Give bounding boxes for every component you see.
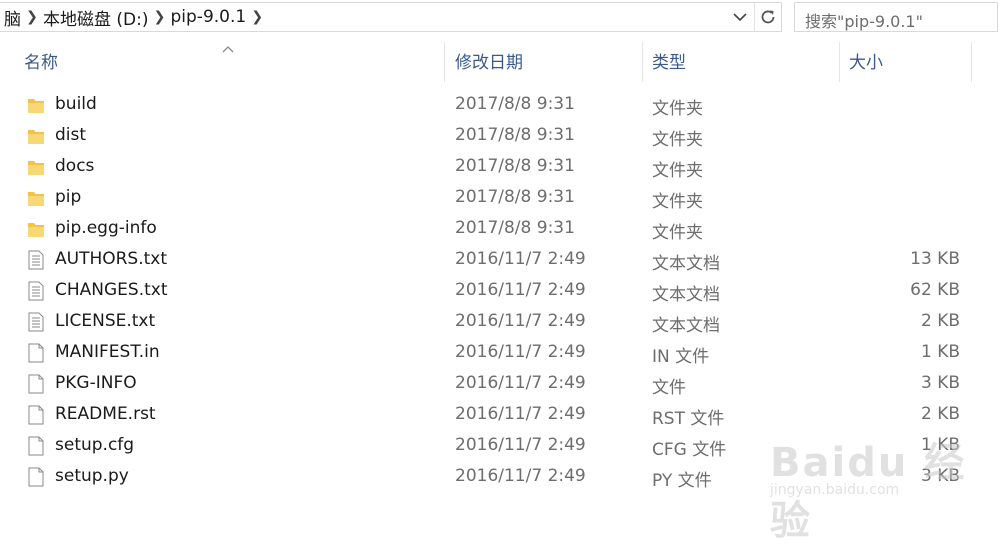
file-name[interactable]: setup.cfg [55,435,134,455]
column-type[interactable]: 类型 [652,48,686,73]
file-name[interactable]: AUTHORS.txt [55,249,167,269]
file-name[interactable]: build [55,94,97,114]
address-bar-area: 脑 ❯ 本地磁盘 (D:) ❯ pip-9.0.1 ❯ 搜索"pip-9.0.1… [0,0,1000,34]
file-date: 2016/11/7 2:49 [455,404,586,424]
column-size[interactable]: 大小 [849,48,883,73]
file-type: 文本文档 [652,254,720,274]
breadcrumb-computer[interactable]: 脑 [0,5,25,30]
file-name[interactable]: docs [55,156,94,176]
folder-icon [27,219,45,239]
file-name[interactable]: dist [55,125,86,145]
file-type: IN 文件 [652,347,710,367]
search-input[interactable]: 搜索"pip-9.0.1" [794,2,998,32]
file-date: 2017/8/8 9:31 [455,218,575,238]
file-size: 13 KB [910,249,960,269]
file-name[interactable]: setup.py [55,466,129,486]
file-date: 2016/11/7 2:49 [455,435,586,455]
column-name[interactable]: 名称 [24,48,58,73]
file-type: 文件夹 [652,99,703,119]
file-size: 62 KB [910,280,960,300]
address-bar[interactable]: 脑 ❯ 本地磁盘 (D:) ❯ pip-9.0.1 ❯ [0,2,782,32]
file-row[interactable]: build 2017/8/8 9:31 文件夹 [0,89,1000,120]
breadcrumb-folder[interactable]: pip-9.0.1 [167,7,251,27]
file-date: 2016/11/7 2:49 [455,466,586,486]
refresh-button[interactable] [754,3,781,31]
file-date: 2016/11/7 2:49 [455,373,586,393]
file-size: 3 KB [920,373,960,393]
file-name[interactable]: README.rst [55,404,156,424]
blank-file-icon [27,467,45,487]
text-file-icon [27,250,45,270]
file-date: 2016/11/7 2:49 [455,249,586,269]
file-name[interactable]: pip.egg-info [55,218,157,238]
file-name[interactable]: PKG-INFO [55,373,137,393]
file-row[interactable]: LICENSE.txt 2016/11/7 2:49 文本文档 2 KB [0,306,1000,337]
blank-file-icon [27,374,45,394]
file-date: 2017/8/8 9:31 [455,156,575,176]
file-type: 文件夹 [652,192,703,212]
breadcrumb: 脑 ❯ 本地磁盘 (D:) ❯ pip-9.0.1 ❯ [0,3,264,31]
file-type: 文件夹 [652,161,703,181]
file-type: 文件夹 [652,223,703,243]
chevron-right-icon[interactable]: ❯ [25,9,39,25]
file-date: 2017/8/8 9:31 [455,125,575,145]
file-type: 文件 [652,378,686,398]
file-size: 1 KB [920,342,960,362]
file-date: 2016/11/7 2:49 [455,280,586,300]
refresh-icon [761,10,775,24]
folder-icon [27,126,45,146]
file-row[interactable]: pip.egg-info 2017/8/8 9:31 文件夹 [0,213,1000,244]
file-row[interactable]: setup.py 2016/11/7 2:49 PY 文件 3 KB [0,461,1000,492]
file-row[interactable]: MANIFEST.in 2016/11/7 2:49 IN 文件 1 KB [0,337,1000,368]
column-header-row: 名称 修改日期 类型 大小 [0,34,1000,86]
search-placeholder: 搜索"pip-9.0.1" [805,12,923,31]
chevron-down-icon [733,13,747,22]
column-divider[interactable] [971,42,972,82]
file-row[interactable]: CHANGES.txt 2016/11/7 2:49 文本文档 62 KB [0,275,1000,306]
address-history-dropdown[interactable] [728,3,752,31]
chevron-right-icon[interactable]: ❯ [153,9,167,25]
file-date: 2016/11/7 2:49 [455,342,586,362]
file-row[interactable]: README.rst 2016/11/7 2:49 RST 文件 2 KB [0,399,1000,430]
folder-icon [27,95,45,115]
file-size: 2 KB [920,404,960,424]
file-type: 文本文档 [652,285,720,305]
folder-icon [27,157,45,177]
file-list: build 2017/8/8 9:31 文件夹 dist 2017/8/8 9:31 文件… [0,89,1000,492]
chevron-right-icon[interactable]: ❯ [250,9,264,25]
folder-icon [27,188,45,208]
file-row[interactable]: pip 2017/8/8 9:31 文件夹 [0,182,1000,213]
file-row[interactable]: AUTHORS.txt 2016/11/7 2:49 文本文档 13 KB [0,244,1000,275]
column-divider[interactable] [839,42,840,82]
column-date[interactable]: 修改日期 [455,48,523,73]
file-row[interactable]: setup.cfg 2016/11/7 2:49 CFG 文件 1 KB [0,430,1000,461]
file-date: 2016/11/7 2:49 [455,311,586,331]
file-size: 1 KB [920,435,960,455]
file-row[interactable]: docs 2017/8/8 9:31 文件夹 [0,151,1000,182]
file-name[interactable]: CHANGES.txt [55,280,168,300]
blank-file-icon [27,343,45,363]
blank-file-icon [27,405,45,425]
file-date: 2017/8/8 9:31 [455,94,575,114]
file-type: CFG 文件 [652,440,727,460]
file-size: 2 KB [920,311,960,331]
text-file-icon [27,312,45,332]
file-size: 3 KB [920,466,960,486]
file-type: 文件夹 [652,130,703,150]
breadcrumb-drive[interactable]: 本地磁盘 (D:) [39,5,153,30]
file-row[interactable]: dist 2017/8/8 9:31 文件夹 [0,120,1000,151]
blank-file-icon [27,436,45,456]
file-name[interactable]: LICENSE.txt [55,311,155,331]
file-type: RST 文件 [652,409,725,429]
file-date: 2017/8/8 9:31 [455,187,575,207]
file-name[interactable]: pip [55,187,81,207]
file-type: 文本文档 [652,316,720,336]
file-type: PY 文件 [652,471,712,491]
text-file-icon [27,281,45,301]
file-name[interactable]: MANIFEST.in [55,342,160,362]
file-row[interactable]: PKG-INFO 2016/11/7 2:49 文件 3 KB [0,368,1000,399]
sort-ascending-icon [222,38,234,57]
column-divider[interactable] [444,42,445,82]
column-divider[interactable] [642,42,643,82]
